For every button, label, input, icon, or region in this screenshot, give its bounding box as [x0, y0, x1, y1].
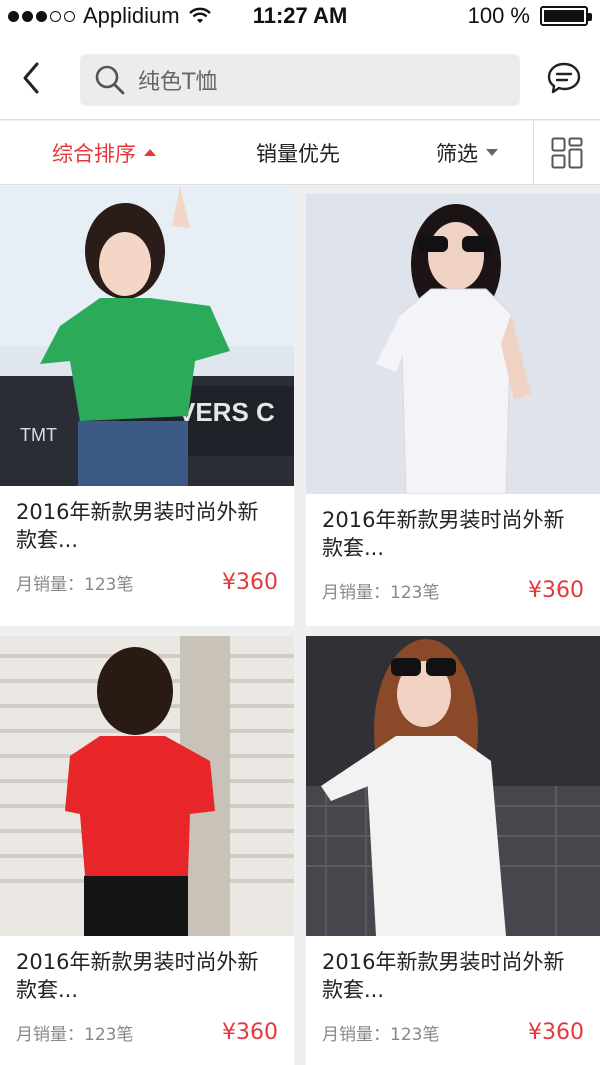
back-arrow-icon — [23, 62, 39, 94]
filter-bar: 综合排序 销量优先 筛选 — [0, 121, 600, 185]
product-sales: 月销量：123笔 — [322, 583, 440, 603]
message-button[interactable] — [546, 60, 582, 96]
search-placeholder: 纯色T恤 — [138, 70, 218, 95]
product-card[interactable]: VERS C TMT 2016年新款男装时尚外新款套... 月销量：123笔 ¥… — [0, 186, 294, 626]
grid-view-icon — [551, 137, 583, 168]
product-sales: 月销量：123笔 — [16, 575, 134, 595]
back-button[interactable] — [14, 58, 48, 98]
product-price: ¥360 — [528, 1020, 584, 1045]
view-toggle-button[interactable] — [533, 121, 600, 184]
sort-sales-tab[interactable]: 销量优先 — [256, 121, 340, 184]
product-price: ¥360 — [222, 570, 278, 595]
product-meta: 月销量：123笔 ¥360 — [322, 1020, 584, 1045]
product-card[interactable]: 2016年新款男装时尚外新款套... 月销量：123笔 ¥360 — [306, 194, 600, 626]
filter-label: 筛选 — [436, 141, 478, 166]
product-info: 2016年新款男装时尚外新款套... 月销量：123笔 ¥360 — [0, 936, 294, 1065]
status-right: 100 % — [467, 3, 592, 29]
product-image — [306, 636, 600, 936]
battery-icon — [540, 6, 592, 26]
search-input[interactable]: 纯色T恤 — [80, 54, 520, 106]
svg-text:VERS C: VERS C — [178, 397, 275, 427]
header: 纯色T恤 — [0, 34, 600, 120]
product-title: 2016年新款男装时尚外新款套... — [322, 950, 565, 1002]
product-grid: VERS C TMT 2016年新款男装时尚外新款套... 月销量：123笔 ¥… — [0, 186, 600, 1065]
sort-comprehensive-label: 综合排序 — [52, 141, 136, 166]
product-meta: 月销量：123笔 ¥360 — [16, 1020, 278, 1045]
product-card[interactable]: 2016年新款男装时尚外新款套... 月销量：123笔 ¥360 — [0, 636, 294, 1065]
product-info: 2016年新款男装时尚外新款套... 月销量：123笔 ¥360 — [306, 936, 600, 1065]
product-card[interactable]: 2016年新款男装时尚外新款套... 月销量：123笔 ¥360 — [306, 636, 600, 1065]
dropdown-arrow-icon — [486, 149, 498, 156]
product-title: 2016年新款男装时尚外新款套... — [16, 500, 259, 552]
sort-up-icon — [144, 149, 156, 156]
product-price: ¥360 — [528, 578, 584, 603]
sort-comprehensive-tab[interactable]: 综合排序 — [52, 121, 156, 184]
filter-tab[interactable]: 筛选 — [436, 121, 498, 184]
product-image — [306, 194, 600, 494]
product-image — [0, 636, 294, 936]
product-price: ¥360 — [222, 1020, 278, 1045]
battery-percent: 100 % — [467, 3, 530, 28]
product-meta: 月销量：123笔 ¥360 — [16, 570, 278, 595]
product-info: 2016年新款男装时尚外新款套... 月销量：123笔 ¥360 — [0, 486, 294, 626]
product-meta: 月销量：123笔 ¥360 — [322, 578, 584, 603]
sort-sales-label: 销量优先 — [256, 141, 340, 166]
status-bar: Applidium 11:27 AM 100 % — [0, 0, 600, 34]
product-title: 2016年新款男装时尚外新款套... — [16, 950, 259, 1002]
svg-text:TMT: TMT — [20, 425, 57, 445]
product-sales: 月销量：123笔 — [322, 1025, 440, 1045]
chat-bubble-icon — [547, 62, 581, 94]
product-image: VERS C TMT — [0, 186, 294, 486]
product-info: 2016年新款男装时尚外新款套... 月销量：123笔 ¥360 — [306, 494, 600, 626]
product-sales: 月销量：123笔 — [16, 1025, 134, 1045]
product-title: 2016年新款男装时尚外新款套... — [322, 508, 565, 560]
search-icon — [95, 65, 125, 95]
